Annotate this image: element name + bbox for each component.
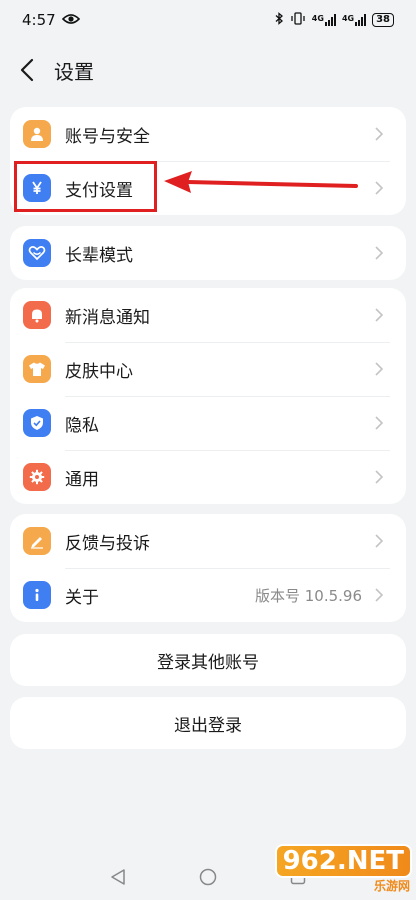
- page-header: 设置: [0, 48, 416, 92]
- circle-home-icon: [199, 868, 217, 886]
- chevron-right-icon: [375, 362, 384, 376]
- watermark-main-text: 962.NET: [276, 846, 410, 876]
- signal-2: 4G: [342, 14, 367, 26]
- heart-icon: [23, 239, 51, 267]
- nav-back-button[interactable]: [73, 868, 163, 886]
- back-button[interactable]: [0, 48, 54, 92]
- settings-item-label: 通用: [65, 469, 99, 490]
- gear-icon: [23, 463, 51, 491]
- chevron-right-icon: [375, 246, 384, 260]
- settings-item-label: 隐私: [65, 415, 99, 436]
- eye-icon: [61, 11, 80, 29]
- battery-indicator: 38: [372, 13, 394, 27]
- settings-item-label: 长辈模式: [65, 245, 133, 266]
- chevron-right-icon: [375, 308, 384, 322]
- version-number: 版本号 10.5.96: [254, 586, 362, 605]
- settings-group-about: 反馈与投诉 关于 版本号 10.5.96: [10, 514, 406, 622]
- settings-item-label: 反馈与投诉: [65, 533, 150, 554]
- watermark-sub-text: 乐游网: [373, 879, 410, 893]
- vibrate-icon: [290, 12, 306, 28]
- red-arrow-annotation: [164, 171, 358, 193]
- settings-item-general[interactable]: 通用: [10, 450, 406, 504]
- settings-item-label: 皮肤中心: [65, 361, 133, 382]
- settings-item-feedback[interactable]: 反馈与投诉: [10, 514, 406, 568]
- settings-item-label: 账号与安全: [65, 126, 150, 147]
- edit-icon: [23, 527, 51, 555]
- settings-item-privacy[interactable]: 隐私: [10, 396, 406, 450]
- settings-item-label: 新消息通知: [65, 307, 150, 328]
- settings-item-about[interactable]: 关于 版本号 10.5.96: [10, 568, 406, 622]
- settings-item-elder-mode[interactable]: 长辈模式: [10, 226, 406, 280]
- chevron-right-icon: [375, 416, 384, 430]
- triangle-back-icon: [111, 869, 125, 885]
- settings-item-label: 关于: [65, 587, 99, 608]
- chevron-right-icon: [375, 588, 384, 602]
- page-title: 设置: [54, 59, 94, 84]
- chevron-right-icon: [375, 181, 384, 195]
- nav-home-button[interactable]: [163, 868, 253, 886]
- settings-item-notifications[interactable]: 新消息通知: [10, 288, 406, 342]
- chevron-left-icon: [20, 58, 34, 82]
- chevron-right-icon: [375, 470, 384, 484]
- chevron-right-icon: [375, 127, 384, 141]
- watermark-logo: 962.NET 乐游网: [276, 844, 410, 896]
- user-icon: [23, 120, 51, 148]
- signal-1: 4G: [312, 14, 336, 26]
- highlight-box: [14, 161, 157, 212]
- settings-group-general: 新消息通知 皮肤中心 隐私 通用: [10, 288, 406, 504]
- switch-account-button[interactable]: 登录其他账号: [10, 634, 406, 686]
- status-time: 4:57: [22, 11, 56, 29]
- tshirt-icon: [23, 355, 51, 383]
- settings-item-skin-center[interactable]: 皮肤中心: [10, 342, 406, 396]
- bluetooth-icon: [275, 12, 284, 28]
- status-bar: 4:57 4G 4G 38: [0, 0, 416, 40]
- shield-icon: [23, 409, 51, 437]
- chevron-right-icon: [375, 534, 384, 548]
- settings-group-elder: 长辈模式: [10, 226, 406, 280]
- info-icon: [23, 581, 51, 609]
- bell-icon: [23, 301, 51, 329]
- logout-button[interactable]: 退出登录: [10, 697, 406, 749]
- settings-item-account-security[interactable]: 账号与安全: [10, 107, 406, 161]
